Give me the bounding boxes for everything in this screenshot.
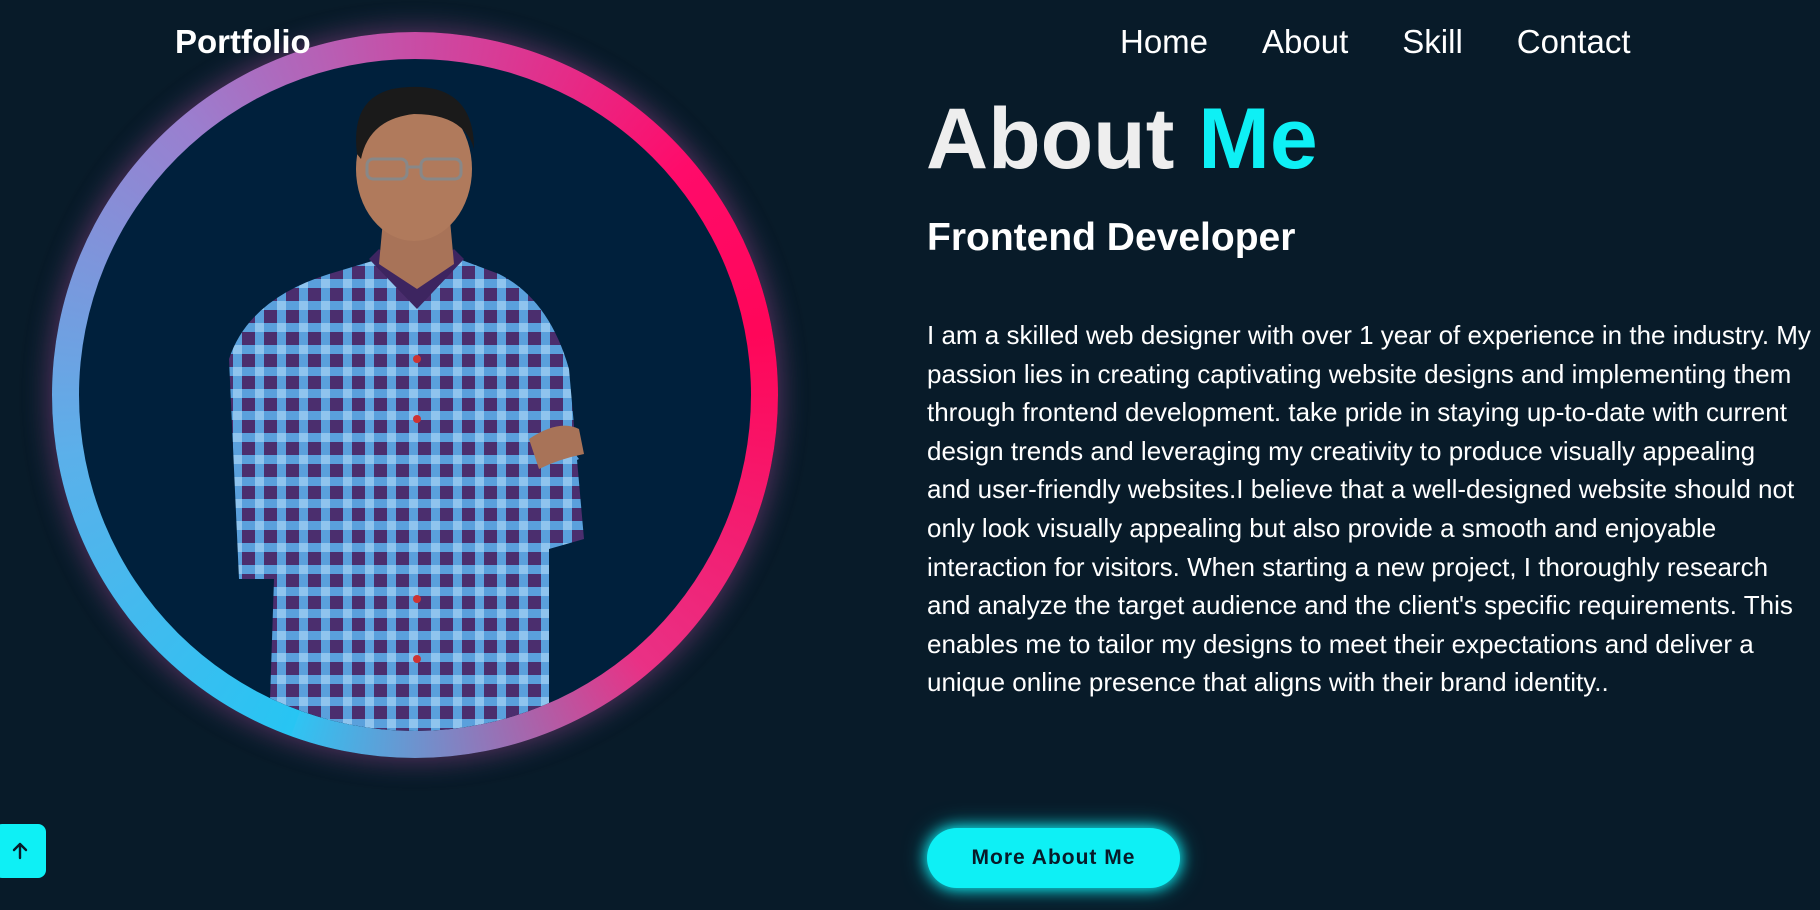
arrow-up-icon xyxy=(12,842,28,860)
more-about-me-button[interactable]: More About Me xyxy=(927,828,1180,888)
scroll-top-button[interactable] xyxy=(0,824,46,878)
section-title-main: About xyxy=(926,91,1175,187)
section-title: About Me xyxy=(926,92,1318,187)
profile-photo xyxy=(229,86,584,731)
nav-contact[interactable]: Contact xyxy=(1517,22,1631,62)
profile-photo-frame xyxy=(79,59,751,731)
job-title: Frontend Developer xyxy=(927,216,1296,259)
profile-photo-ring xyxy=(52,32,778,758)
logo[interactable]: Portfolio xyxy=(175,22,311,62)
nav-skill[interactable]: Skill xyxy=(1402,22,1463,62)
nav-about[interactable]: About xyxy=(1262,22,1348,62)
nav-home[interactable]: Home xyxy=(1120,22,1208,62)
main-nav: Home About Skill Contact xyxy=(1120,22,1631,62)
bio-text: I am a skilled web designer with over 1 … xyxy=(927,320,1811,698)
section-title-accent: Me xyxy=(1198,91,1318,187)
